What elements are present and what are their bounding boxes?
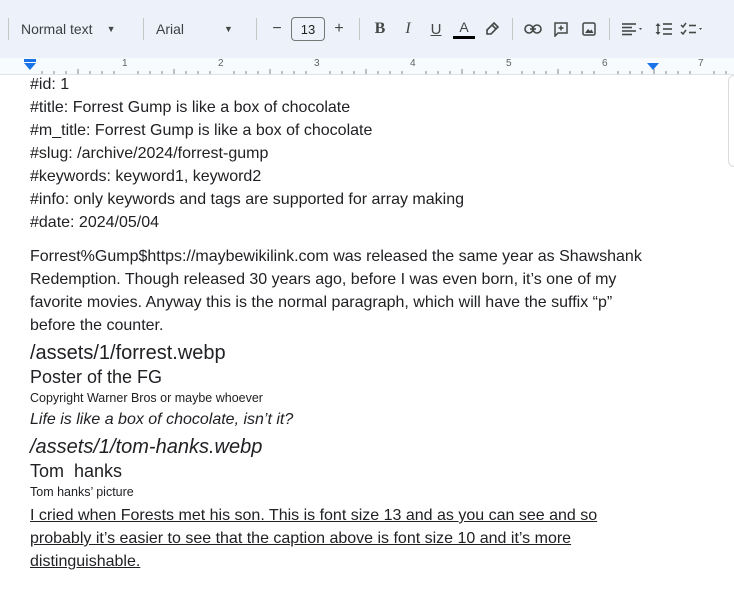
ruler-number: 7 — [698, 58, 704, 69]
ruler-number: 6 — [602, 58, 608, 69]
image-icon — [582, 22, 596, 36]
increase-font-size-button[interactable]: + — [325, 15, 353, 43]
quote-line[interactable]: Life is like a box of chocolate, isn’t i… — [30, 408, 660, 431]
meta-id-line[interactable]: #id: 1 — [30, 75, 660, 96]
ruler-number: 3 — [314, 58, 320, 69]
toolbar-divider — [609, 18, 610, 40]
link-icon — [524, 24, 542, 34]
text-color-icon: A — [453, 20, 475, 39]
image-path-heading[interactable]: /assets/1/tom-hanks.webp — [30, 434, 660, 460]
underlined-paragraph[interactable]: I cried when Forests met his son. This i… — [30, 504, 650, 573]
meta-title-line[interactable]: #title: Forrest Gump is like a box of ch… — [30, 96, 660, 119]
paragraph-style-select[interactable]: Normal text ▼ — [15, 15, 137, 43]
minus-icon: − — [272, 20, 282, 37]
ruler-number: 1 — [122, 58, 128, 69]
chevron-down-icon: ▼ — [224, 24, 233, 34]
paragraph-style-label: Normal text — [21, 21, 93, 37]
align-button[interactable] — [616, 15, 650, 43]
font-family-select[interactable]: Arial ▼ — [150, 15, 250, 43]
underline-button[interactable]: U — [422, 15, 450, 43]
body-paragraph[interactable]: Forrest%Gump$https://maybewikilink.com w… — [30, 245, 660, 337]
font-size-value: 13 — [300, 21, 316, 37]
toolbar-divider — [256, 18, 257, 40]
meta-keywords-line[interactable]: #keywords: keyword1, keyword2 — [30, 165, 660, 188]
insert-image-button[interactable] — [575, 15, 603, 43]
chevron-down-icon: ▼ — [106, 24, 116, 34]
meta-m-title-line[interactable]: #m_title: Forrest Gump is like a box of … — [30, 119, 660, 142]
image-caption[interactable]: Tom hanks’ picture — [30, 483, 660, 502]
left-indent-marker[interactable] — [23, 59, 37, 71]
text-color-swatch — [453, 35, 475, 39]
plus-icon: + — [334, 20, 344, 37]
ruler-number: 4 — [410, 58, 416, 69]
document-page[interactable]: #id: 1 #title: Forrest Gump is like a bo… — [0, 75, 734, 595]
page-edge — [728, 75, 734, 167]
comment-plus-icon — [554, 22, 568, 37]
ruler-number: 2 — [218, 58, 224, 69]
align-left-icon — [622, 23, 642, 36]
add-comment-button[interactable] — [547, 15, 575, 43]
toolbar-divider — [359, 18, 360, 40]
highlighter-icon — [486, 21, 500, 35]
meta-slug-line[interactable]: #slug: /archive/2024/forrest-gump — [30, 142, 660, 165]
italic-button[interactable]: I — [394, 15, 422, 43]
ruler-ticks — [41, 69, 727, 74]
font-family-label: Arial — [156, 21, 185, 37]
text-color-button[interactable]: A — [450, 15, 478, 43]
toolbar-divider — [143, 18, 144, 40]
image-caption[interactable]: Copyright Warner Bros or maybe whoever — [30, 389, 660, 408]
image-path-heading[interactable]: /assets/1/forrest.webp — [30, 340, 660, 366]
line-spacing-icon — [655, 23, 672, 35]
image-title[interactable]: Poster of the FG — [30, 366, 660, 389]
bold-icon: B — [374, 20, 386, 37]
ruler-number: 5 — [506, 58, 512, 69]
toolbar-divider — [8, 18, 9, 40]
meta-date-line[interactable]: #date: 2024/05/04 — [30, 211, 660, 234]
horizontal-ruler[interactable]: 1 2 3 4 5 6 7 — [0, 58, 734, 75]
meta-info-line[interactable]: #info: only keywords and tags are suppor… — [30, 188, 660, 211]
formatting-toolbar: Normal text ▼ Arial ▼ − 13 + B I U A — [0, 0, 734, 58]
bold-button[interactable]: B — [366, 15, 394, 43]
highlight-color-button[interactable] — [478, 15, 506, 43]
document-body[interactable]: #id: 1 #title: Forrest Gump is like a bo… — [30, 75, 660, 573]
checklist-icon — [680, 22, 702, 36]
italic-icon: I — [405, 20, 411, 37]
toolbar-divider — [512, 18, 513, 40]
underline-icon: U — [430, 20, 442, 38]
right-indent-marker[interactable] — [646, 62, 660, 72]
font-size-input[interactable]: 13 — [291, 17, 325, 41]
decrease-font-size-button[interactable]: − — [263, 15, 291, 43]
line-spacing-button[interactable] — [650, 15, 678, 43]
checklist-button[interactable] — [678, 15, 708, 43]
image-title[interactable]: Tom hanks — [30, 460, 660, 483]
insert-link-button[interactable] — [519, 15, 547, 43]
text-color-letter: A — [459, 18, 469, 35]
